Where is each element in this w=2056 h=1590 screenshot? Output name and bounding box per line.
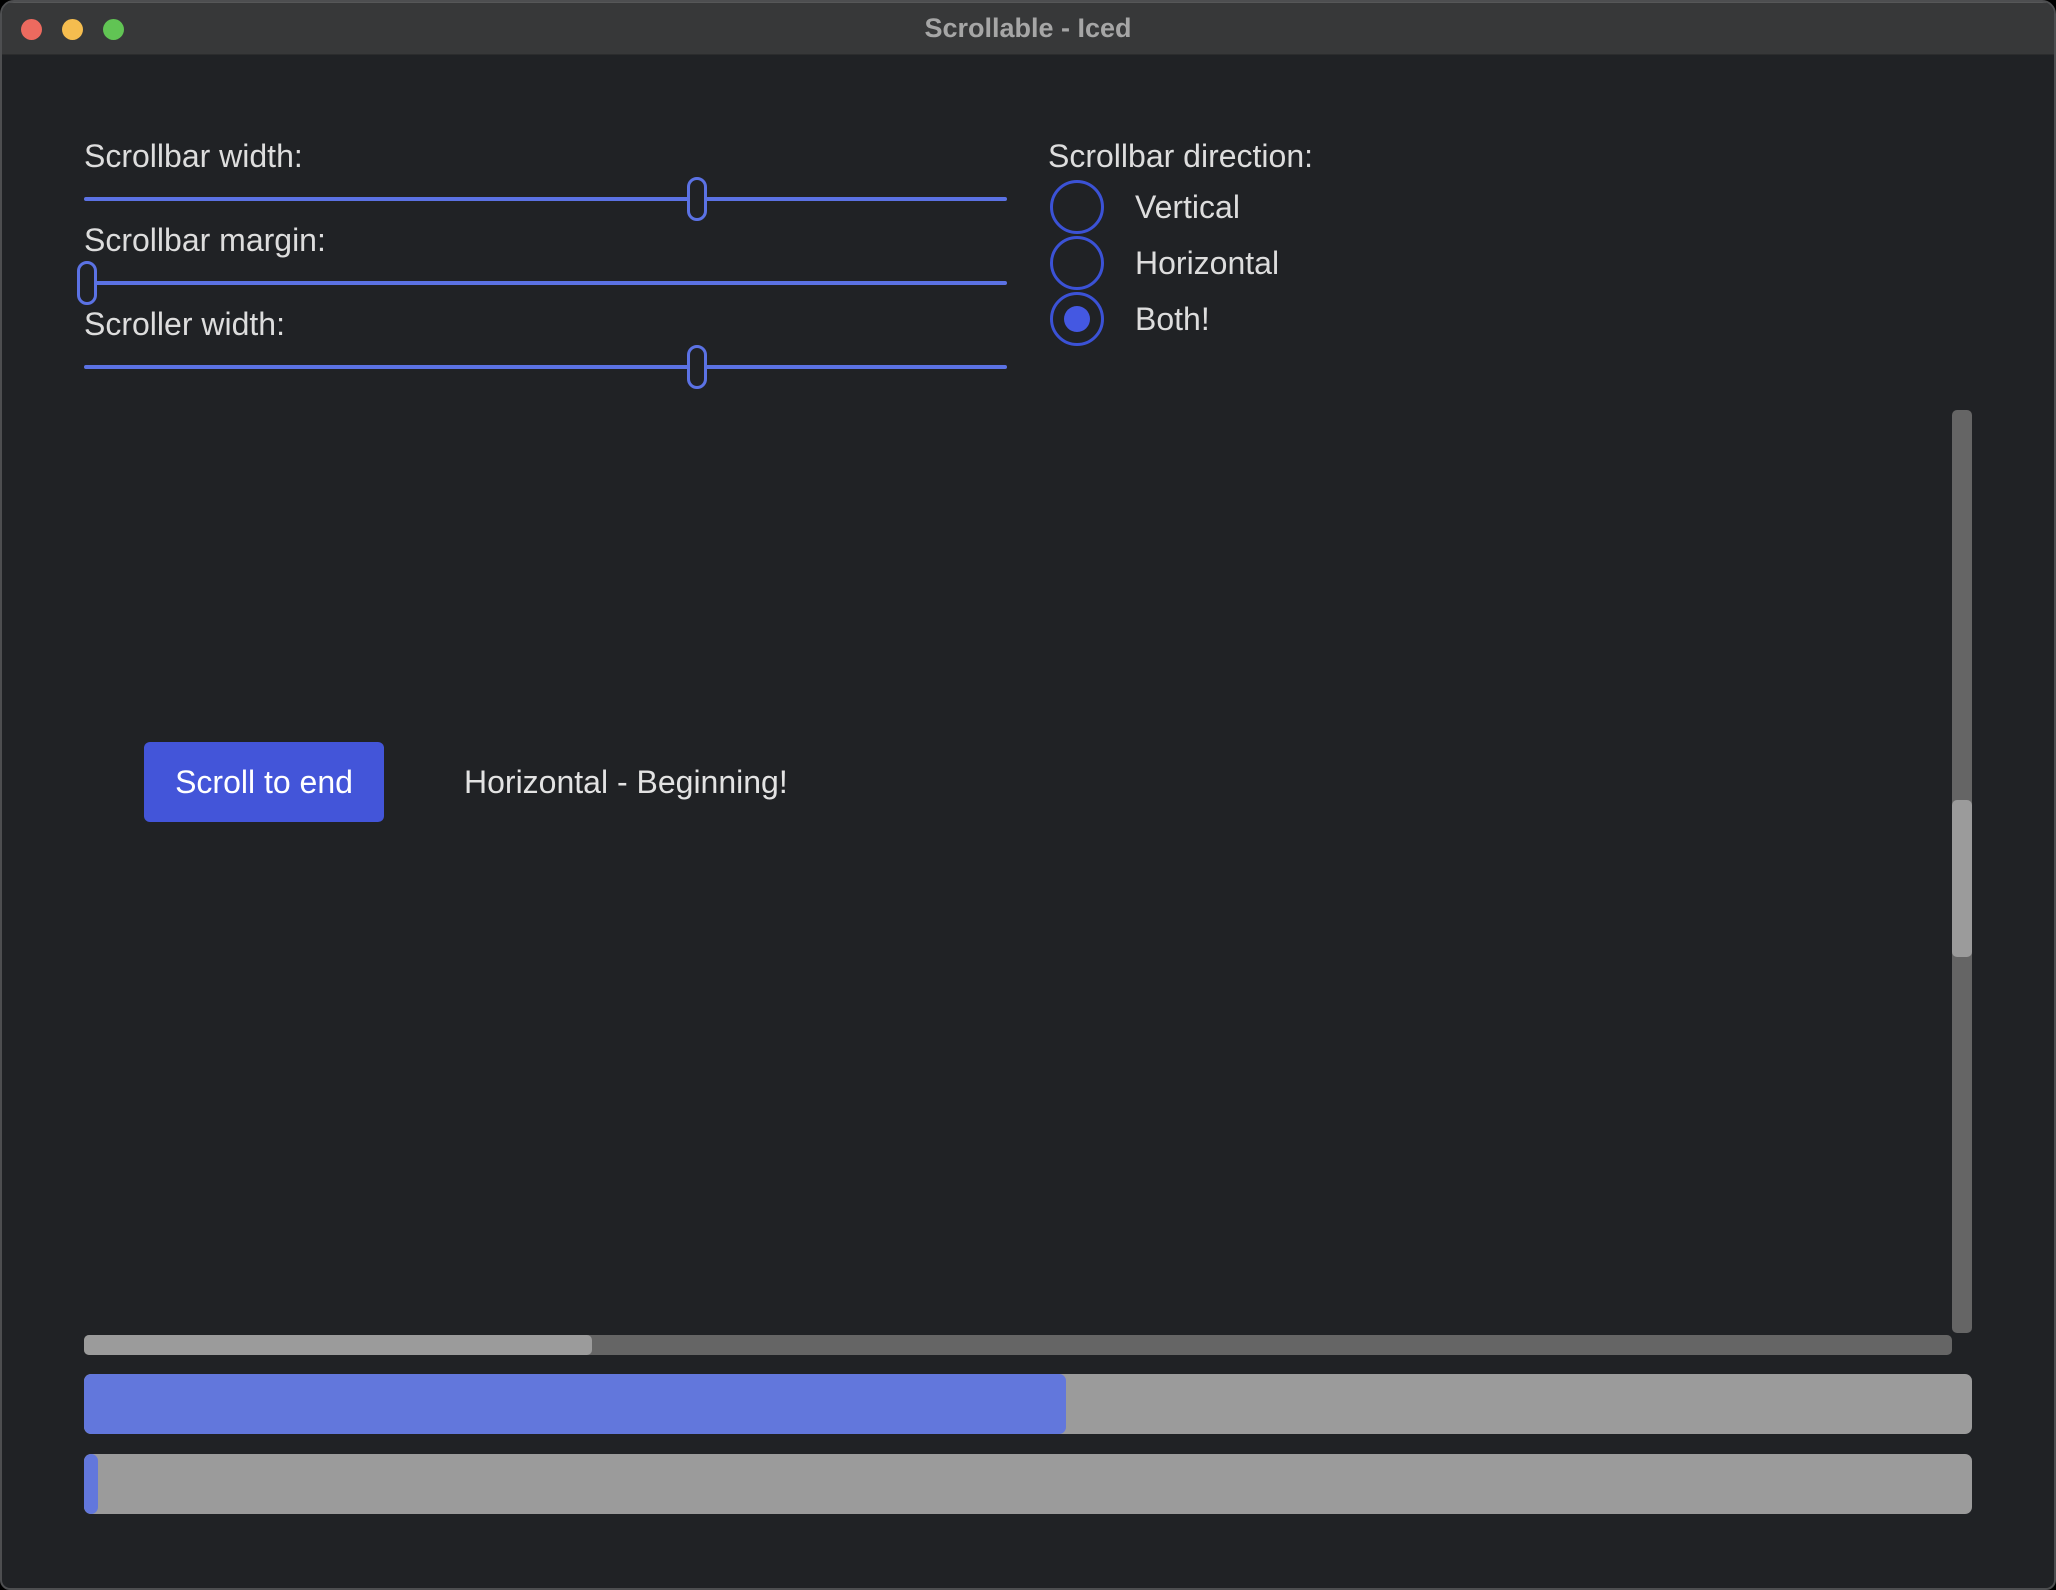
slider-handle[interactable]	[77, 261, 97, 305]
scrollbar-direction-label: Scrollbar direction:	[1048, 138, 1313, 175]
scroller-width-slider[interactable]	[84, 345, 1007, 389]
scrollbar-width-slider[interactable]	[84, 177, 1007, 221]
progress-fill	[84, 1454, 98, 1514]
slider-handle[interactable]	[687, 345, 707, 389]
slider-rail[interactable]	[84, 365, 1007, 369]
progress-fill	[84, 1374, 1066, 1434]
radio-label: Horizontal	[1135, 245, 1279, 282]
radio-label: Both!	[1135, 301, 1210, 338]
slider-rail[interactable]	[84, 197, 1007, 201]
radio-circle-icon[interactable]	[1050, 292, 1104, 346]
vertical-progress-bar	[84, 1454, 1972, 1514]
horizontal-progress-bar	[84, 1374, 1972, 1434]
radio-circle-icon[interactable]	[1050, 236, 1104, 290]
window-titlebar[interactable]: Scrollable - Iced	[2, 2, 2054, 55]
window-title: Scrollable - Iced	[2, 2, 2054, 55]
vertical-scrollbar-track[interactable]	[1952, 410, 1972, 1333]
radio-circle-icon[interactable]	[1050, 180, 1104, 234]
scroll-status-text: Horizontal - Beginning!	[464, 742, 788, 822]
app-window: Scrollable - Iced Scrollbar width: Scrol…	[0, 0, 2056, 1590]
scrollbar-margin-label: Scrollbar margin:	[84, 222, 326, 259]
vertical-scrollbar-thumb[interactable]	[1952, 800, 1972, 957]
scrollbar-width-label: Scrollbar width:	[84, 138, 303, 175]
scrollbar-margin-slider[interactable]	[84, 261, 1007, 305]
horizontal-scrollbar-thumb[interactable]	[84, 1335, 592, 1355]
radio-both[interactable]: Both!	[1050, 292, 1210, 346]
radio-horizontal[interactable]: Horizontal	[1050, 236, 1279, 290]
slider-handle[interactable]	[687, 177, 707, 221]
radio-vertical[interactable]: Vertical	[1050, 180, 1240, 234]
slider-rail[interactable]	[84, 281, 1007, 285]
horizontal-scrollbar-track[interactable]	[84, 1335, 1952, 1355]
scroller-width-label: Scroller width:	[84, 306, 285, 343]
radio-label: Vertical	[1135, 189, 1240, 226]
scroll-to-end-button[interactable]: Scroll to end	[144, 742, 384, 822]
